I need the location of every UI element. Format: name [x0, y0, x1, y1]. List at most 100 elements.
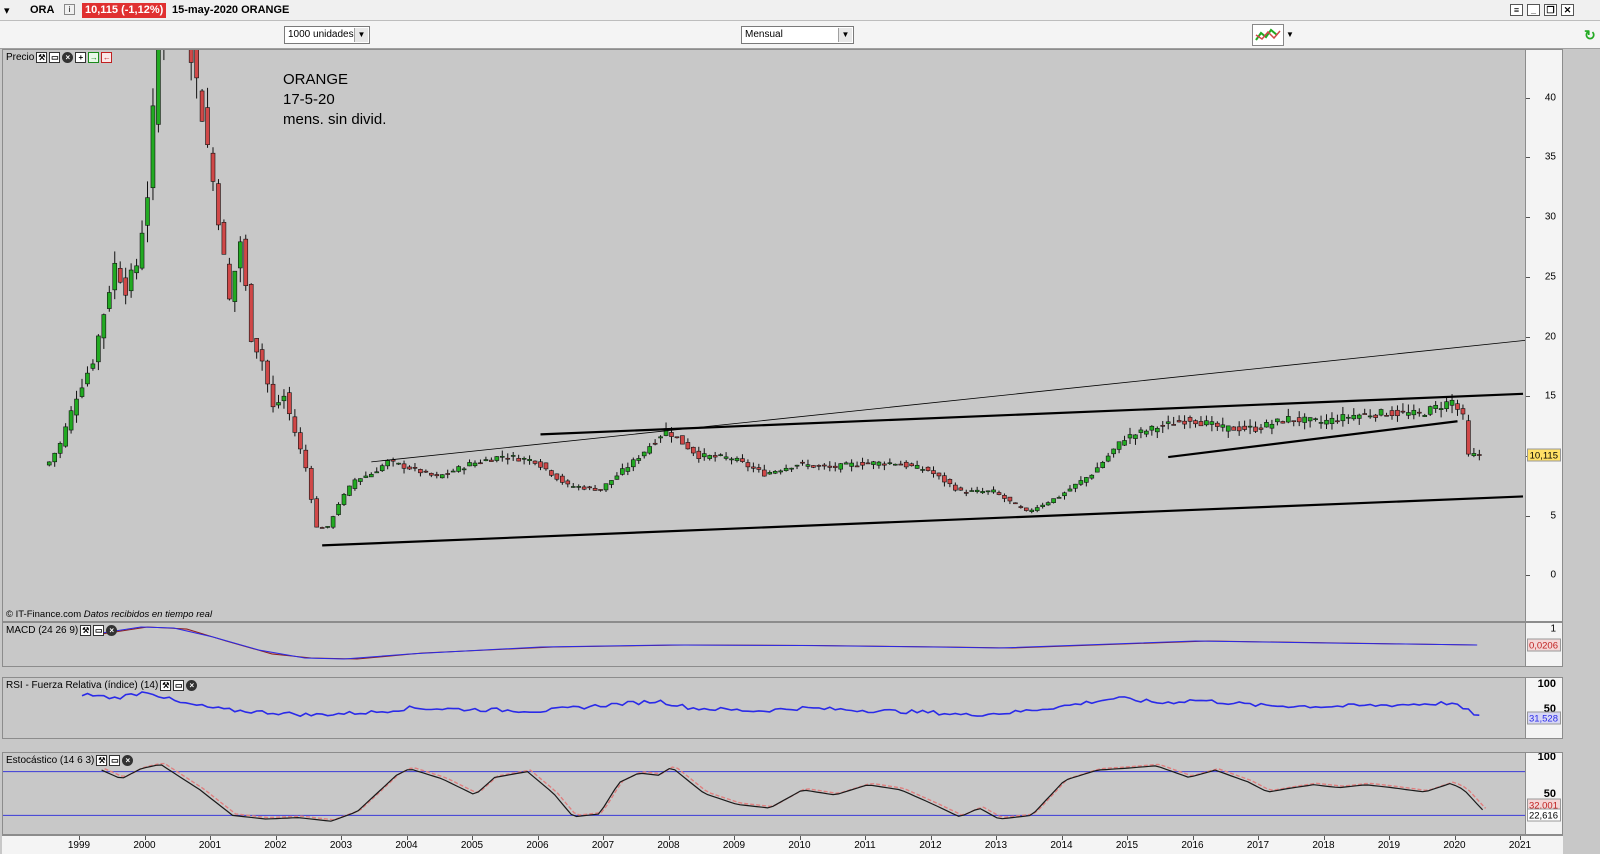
- maximize-icon[interactable]: ▭: [173, 680, 185, 691]
- y-tick-label: 1: [1550, 623, 1556, 635]
- x-tick-label: 2008: [657, 840, 680, 851]
- candle: [1460, 408, 1466, 415]
- candle: [472, 462, 478, 467]
- candle: [259, 349, 265, 362]
- candle: [625, 467, 631, 472]
- x-tick-label: 2020: [1443, 840, 1466, 851]
- candle: [1378, 409, 1384, 416]
- stochastic-chart-area[interactable]: [3, 753, 1527, 835]
- candle: [532, 460, 538, 464]
- candle: [1247, 425, 1253, 428]
- candle: [1400, 410, 1406, 413]
- candle: [85, 372, 90, 385]
- candle: [1013, 502, 1018, 505]
- close-icon[interactable]: ×: [122, 755, 134, 766]
- candle: [838, 463, 844, 470]
- period-select[interactable]: Mensual ▼: [741, 26, 854, 44]
- wrench-icon[interactable]: ⚒: [160, 680, 172, 691]
- candle: [587, 486, 592, 489]
- candle: [565, 480, 571, 485]
- wrench-icon[interactable]: ⚒: [80, 625, 92, 636]
- candle: [751, 466, 756, 469]
- candle: [1280, 421, 1286, 424]
- maximize-icon[interactable]: ▭: [109, 755, 121, 766]
- candle: [887, 462, 893, 465]
- candle: [1384, 415, 1389, 417]
- rsi-line: [81, 691, 1480, 718]
- candle: [969, 490, 975, 492]
- candle: [1127, 434, 1133, 439]
- candle: [800, 461, 805, 464]
- candle: [1215, 422, 1220, 427]
- candle: [276, 402, 281, 406]
- x-tick-label: 2009: [722, 840, 746, 851]
- candle: [674, 436, 680, 439]
- candle: [434, 474, 440, 477]
- candle: [630, 459, 636, 468]
- rsi-y-axis: 100 50 31,528: [1525, 678, 1562, 738]
- candle: [96, 335, 101, 363]
- candle: [641, 451, 647, 457]
- restore-button[interactable]: ❐: [1544, 4, 1557, 16]
- macd-signal-line: [101, 626, 1478, 660]
- candle: [609, 480, 614, 485]
- candle: [1154, 428, 1160, 433]
- candle: [205, 107, 210, 146]
- candle: [254, 338, 259, 353]
- minimize-button[interactable]: _: [1527, 4, 1540, 16]
- candle: [1149, 425, 1155, 431]
- close-icon[interactable]: ×: [106, 625, 118, 636]
- candle: [68, 410, 74, 431]
- y-tick-mark: [1526, 97, 1530, 99]
- candle: [1291, 420, 1297, 423]
- candle: [729, 458, 734, 461]
- info-icon[interactable]: i: [64, 4, 75, 15]
- price-chart-area[interactable]: [3, 50, 1527, 622]
- candle: [1198, 421, 1204, 427]
- y-tick-mark: [1526, 336, 1530, 338]
- candle: [1100, 462, 1106, 468]
- candle: [712, 455, 718, 458]
- wrench-icon[interactable]: ⚒: [96, 755, 108, 766]
- candle: [1018, 506, 1024, 508]
- candle: [1471, 453, 1477, 456]
- candle: [46, 461, 52, 466]
- candle: [117, 268, 123, 283]
- candle: [767, 472, 773, 475]
- time-x-axis: 1999 2000 2001 2002 2003 2004 2005 2006 2007 2008…: [2, 835, 1563, 854]
- close-icon[interactable]: ×: [186, 680, 198, 691]
- candle: [1324, 419, 1329, 425]
- candle: [227, 263, 232, 300]
- candle: [1264, 422, 1269, 428]
- x-tick-label: 2019: [1377, 840, 1401, 851]
- candle: [898, 463, 904, 466]
- candle: [549, 470, 554, 476]
- candle: [1193, 420, 1198, 425]
- window-menu-icon[interactable]: ▾: [4, 4, 10, 17]
- candle: [871, 461, 876, 465]
- candle: [811, 465, 816, 468]
- candle: [1138, 429, 1144, 433]
- candle: [942, 475, 947, 483]
- candle: [363, 475, 369, 478]
- candle: [510, 455, 516, 457]
- units-select[interactable]: 1000 unidades ▼: [284, 26, 370, 44]
- rsi-chart-area[interactable]: [3, 678, 1527, 739]
- chevron-down-icon[interactable]: ▼: [1286, 30, 1294, 39]
- candle: [832, 465, 838, 468]
- refresh-icon[interactable]: ↻: [1584, 27, 1596, 44]
- candle: [991, 489, 996, 493]
- candle: [467, 462, 472, 467]
- candle: [740, 458, 745, 462]
- candle: [63, 426, 68, 447]
- window-menu-button[interactable]: ≡: [1510, 4, 1523, 16]
- stochastic-panel: Estocástico (14 6 3) ⚒ ▭ × 100 50 32,001 22…: [2, 752, 1563, 835]
- candle: [1416, 411, 1422, 414]
- close-icon[interactable]: ✕: [1561, 4, 1574, 16]
- macd-chart-area[interactable]: [3, 623, 1527, 667]
- candle: [429, 472, 434, 476]
- maximize-icon[interactable]: ▭: [93, 625, 105, 636]
- candle: [210, 152, 216, 182]
- candle: [947, 479, 953, 485]
- chart-style-button[interactable]: [1252, 24, 1284, 46]
